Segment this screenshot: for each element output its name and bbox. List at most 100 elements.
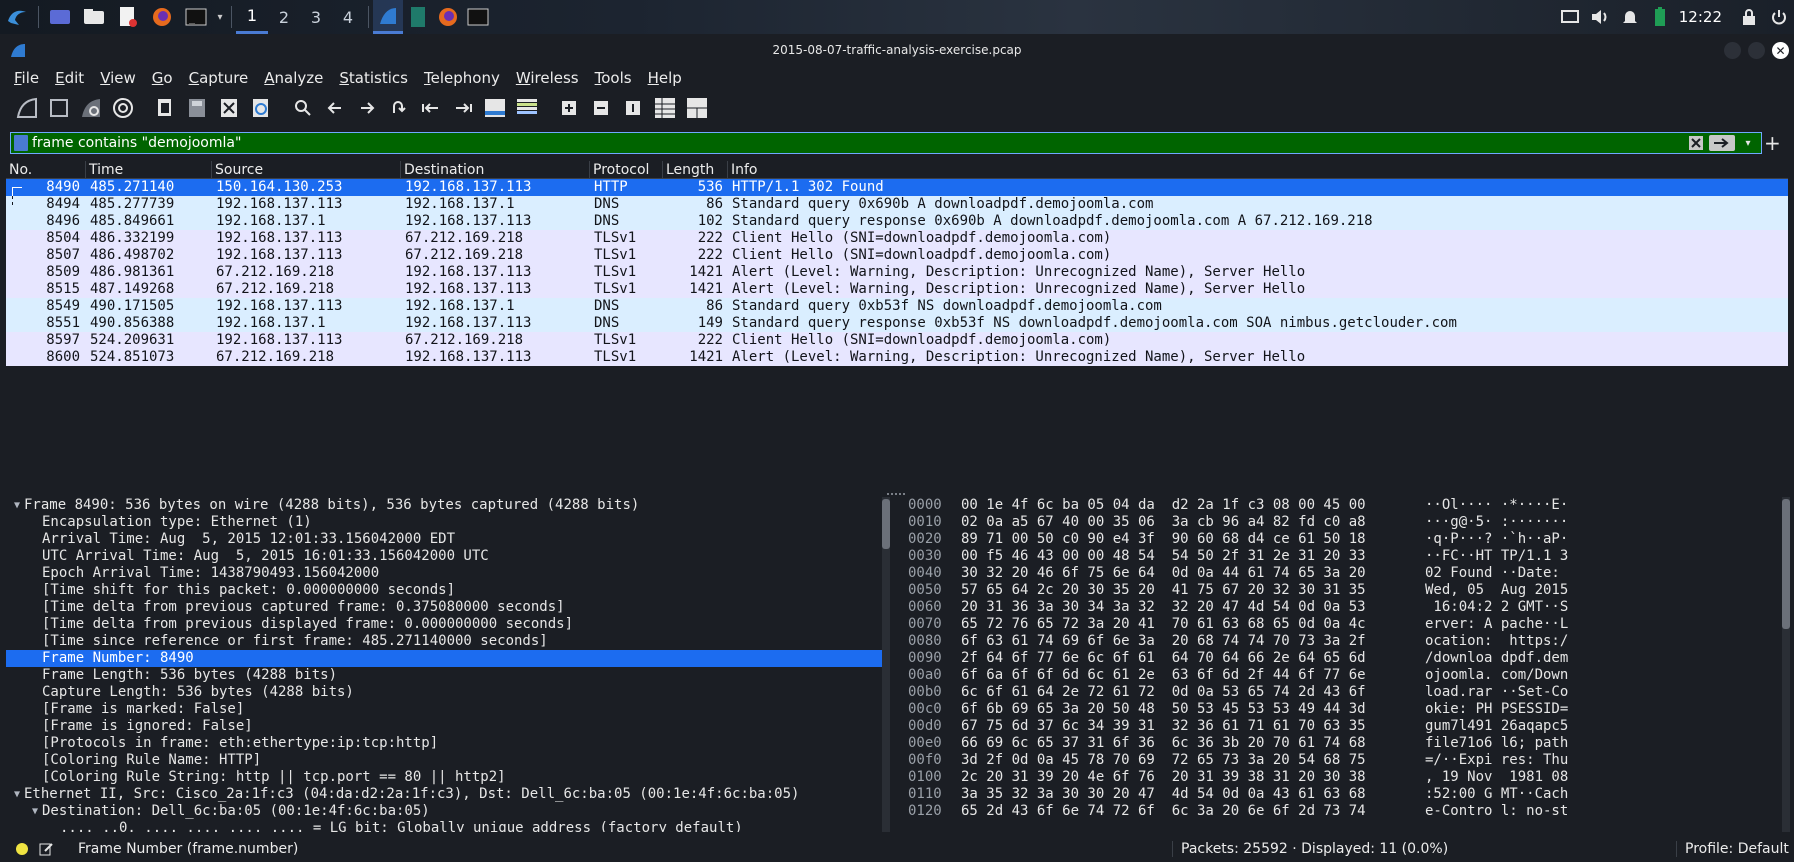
lock-icon[interactable] xyxy=(1734,0,1764,34)
apply-filter-button[interactable] xyxy=(1709,135,1735,151)
minimize-button[interactable] xyxy=(1724,42,1741,59)
detail-tree-item[interactable]: Epoch Arrival Time: 1438790493.156042000 xyxy=(6,565,886,582)
bytes-scrollbar[interactable] xyxy=(1782,497,1790,832)
hex-line[interactable]: 0010 02 0a a5 67 40 00 35 06 3a cb 96 a4 … xyxy=(900,514,1782,531)
details-scrollbar-thumb[interactable] xyxy=(882,499,890,549)
go-forward-button[interactable] xyxy=(352,93,382,123)
column-header-protocol[interactable]: Protocol xyxy=(590,161,663,179)
battery-icon[interactable] xyxy=(1645,0,1675,34)
volume-icon[interactable] xyxy=(1585,0,1615,34)
detail-tree-item[interactable]: [Time delta from previous displayed fram… xyxy=(6,616,886,633)
menu-wireless[interactable]: Wireless xyxy=(508,69,587,87)
packet-row[interactable]: 8597 524.209631 192.168.137.113 67.212.169.… xyxy=(6,332,1788,349)
hex-line[interactable]: 0100 2c 20 31 39 20 4e 6f 76 20 31 39 38 … xyxy=(900,769,1782,786)
column-header-source[interactable]: Source xyxy=(212,161,401,179)
status-profile[interactable]: Profile: Default xyxy=(1676,840,1789,857)
packet-details-tree[interactable]: ▼ Frame 8490: 536 bytes on wire (4288 bit… xyxy=(6,497,886,832)
detail-tree-item[interactable]: [Protocols in frame: eth:ethertype:ip:tc… xyxy=(6,735,886,752)
notification-bell-icon[interactable] xyxy=(1615,0,1645,34)
detail-tree-item[interactable]: [Time shift for this packet: 0.000000000… xyxy=(6,582,886,599)
filter-history-dropdown[interactable]: ▾ xyxy=(1738,135,1758,151)
firefox-icon[interactable] xyxy=(148,0,176,34)
hex-line[interactable]: 0120 65 2d 43 6f 6e 74 72 6f 6c 3a 20 6e … xyxy=(900,803,1782,820)
close-file-button[interactable] xyxy=(214,93,244,123)
save-file-button[interactable] xyxy=(182,93,212,123)
terminal-icon[interactable]: _ xyxy=(182,0,210,34)
hex-line[interactable]: 00d0 67 75 6d 37 6c 34 39 31 32 36 61 71 … xyxy=(900,718,1782,735)
text-editor-icon[interactable] xyxy=(114,0,142,34)
capture-options-button[interactable] xyxy=(108,93,138,123)
hex-line[interactable]: 0060 20 31 36 3a 30 34 3a 32 32 20 47 4d … xyxy=(900,599,1782,616)
packet-row[interactable]: 8504 486.332199 192.168.137.113 67.212.169.… xyxy=(6,230,1788,247)
menu-go[interactable]: Go xyxy=(144,69,181,87)
detail-tree-item[interactable]: ▼ Ethernet II, Src: Cisco_2a:1f:c3 (04:da… xyxy=(6,786,886,803)
hex-line[interactable]: 00c0 6f 6b 69 65 3a 20 50 48 50 53 45 53 … xyxy=(900,701,1782,718)
column-header-time[interactable]: Time xyxy=(86,161,212,179)
detail-tree-item[interactable]: [Time since reference or first frame: 48… xyxy=(6,633,886,650)
layout-button[interactable] xyxy=(682,93,712,123)
detail-tree-item[interactable]: ▼ Destination: Dell_6c:ba:05 (00:1e:4f:6c… xyxy=(6,803,886,820)
reload-file-button[interactable] xyxy=(246,93,276,123)
detail-tree-item[interactable]: [Frame is ignored: False] xyxy=(6,718,886,735)
maximize-button[interactable] xyxy=(1748,42,1765,59)
detail-tree-item[interactable]: [Coloring Rule String: http || tcp.port … xyxy=(6,769,886,786)
add-filter-button[interactable]: + xyxy=(1764,131,1781,155)
resize-columns-button[interactable] xyxy=(650,93,680,123)
close-button[interactable]: ✕ xyxy=(1772,42,1789,59)
bytes-scrollbar-thumb[interactable] xyxy=(1782,499,1790,629)
clear-filter-button[interactable] xyxy=(1686,135,1706,151)
hex-line[interactable]: 0070 65 72 76 65 72 3a 20 41 70 61 63 68 … xyxy=(900,616,1782,633)
notes-task[interactable] xyxy=(403,0,433,34)
terminal-task[interactable] xyxy=(463,0,493,34)
packet-row[interactable]: 8600 524.851073 67.212.169.218 192.168.137.… xyxy=(6,349,1788,366)
detail-tree-item[interactable]: [Coloring Rule Name: HTTP] xyxy=(6,752,886,769)
workspace-2[interactable]: 2 xyxy=(268,0,300,34)
chevron-down-icon[interactable]: ▾ xyxy=(213,0,227,34)
packet-row[interactable]: 8549 490.171505 192.168.137.113 192.168.137… xyxy=(6,298,1788,315)
packet-row[interactable]: 8509 486.981361 67.212.169.218 192.168.137.… xyxy=(6,264,1788,281)
menu-telephony[interactable]: Telephony xyxy=(416,69,508,87)
packet-row[interactable]: 8551 490.856388 192.168.137.1 192.168.137.1… xyxy=(6,315,1788,332)
hex-line[interactable]: 0080 6f 63 61 74 69 6f 6e 3a 20 68 74 74 … xyxy=(900,633,1782,650)
go-to-packet-button[interactable] xyxy=(384,93,414,123)
detail-tree-item[interactable]: Frame Number: 8490 xyxy=(6,650,886,667)
normal-size-button[interactable] xyxy=(618,93,648,123)
zoom-out-button[interactable] xyxy=(586,93,616,123)
hex-line[interactable]: 00e0 66 69 6c 65 37 31 6f 36 6c 36 3b 20 … xyxy=(900,735,1782,752)
capture-comment-button[interactable] xyxy=(38,841,54,857)
display-icon[interactable] xyxy=(1555,0,1585,34)
restart-capture-button[interactable] xyxy=(76,93,106,123)
start-capture-button[interactable] xyxy=(12,93,42,123)
packet-list[interactable]: No. Time Source Destination Protocol Len… xyxy=(6,161,1788,481)
workspace-4[interactable]: 4 xyxy=(332,0,364,34)
menu-help[interactable]: Help xyxy=(640,69,690,87)
hex-line[interactable]: 0040 30 32 20 46 6f 75 6e 64 0d 0a 44 61 … xyxy=(900,565,1782,582)
workspace-1[interactable]: 1 xyxy=(236,0,268,34)
display-filter-input[interactable] xyxy=(32,135,1686,151)
column-header-no[interactable]: No. xyxy=(6,161,86,179)
detail-tree-item[interactable]: Capture Length: 536 bytes (4288 bits) xyxy=(6,684,886,701)
column-header-length[interactable]: Length xyxy=(663,161,728,179)
packet-row[interactable]: 8515 487.149268 67.212.169.218 192.168.137.… xyxy=(6,281,1788,298)
desktop-icon[interactable] xyxy=(46,0,74,34)
hex-line[interactable]: 0000 00 1e 4f 6c ba 05 04 da d2 2a 1f c3 … xyxy=(900,497,1782,514)
expand-arrow-icon[interactable]: ▼ xyxy=(10,786,24,803)
hex-line[interactable]: 00f0 3d 2f 0d 0a 45 78 70 69 72 65 73 3a … xyxy=(900,752,1782,769)
go-last-packet-button[interactable] xyxy=(448,93,478,123)
clock[interactable]: 12:22 xyxy=(1679,8,1722,26)
detail-tree-item[interactable]: Arrival Time: Aug 5, 2015 12:01:33.15604… xyxy=(6,531,886,548)
menu-edit[interactable]: Edit xyxy=(47,69,92,87)
detail-tree-item[interactable]: ▼ Frame 8490: 536 bytes on wire (4288 bit… xyxy=(6,497,886,514)
detail-tree-item[interactable]: UTC Arrival Time: Aug 5, 2015 16:01:33.1… xyxy=(6,548,886,565)
detail-tree-item[interactable]: Encapsulation type: Ethernet (1) xyxy=(6,514,886,531)
kali-menu-icon[interactable] xyxy=(3,0,31,34)
packet-row[interactable]: 8496 485.849661 192.168.137.1 192.168.137.1… xyxy=(6,213,1788,230)
packet-row[interactable]: 8490 485.271140 150.164.130.253 192.168.137… xyxy=(6,179,1788,196)
detail-tree-item[interactable]: .... ..0. .... .... .... .... = LG bit: … xyxy=(6,820,886,832)
detail-tree-item[interactable]: [Frame is marked: False] xyxy=(6,701,886,718)
menu-statistics[interactable]: Statistics xyxy=(331,69,416,87)
hex-line[interactable]: 0030 00 f5 46 43 00 00 48 54 54 50 2f 31 … xyxy=(900,548,1782,565)
menu-capture[interactable]: Capture xyxy=(181,69,257,87)
hex-line[interactable]: 0110 3a 35 32 3a 30 30 20 47 4d 54 0d 0a … xyxy=(900,786,1782,803)
hex-line[interactable]: 0020 89 71 00 50 c0 90 e4 3f 90 60 68 d4 … xyxy=(900,531,1782,548)
